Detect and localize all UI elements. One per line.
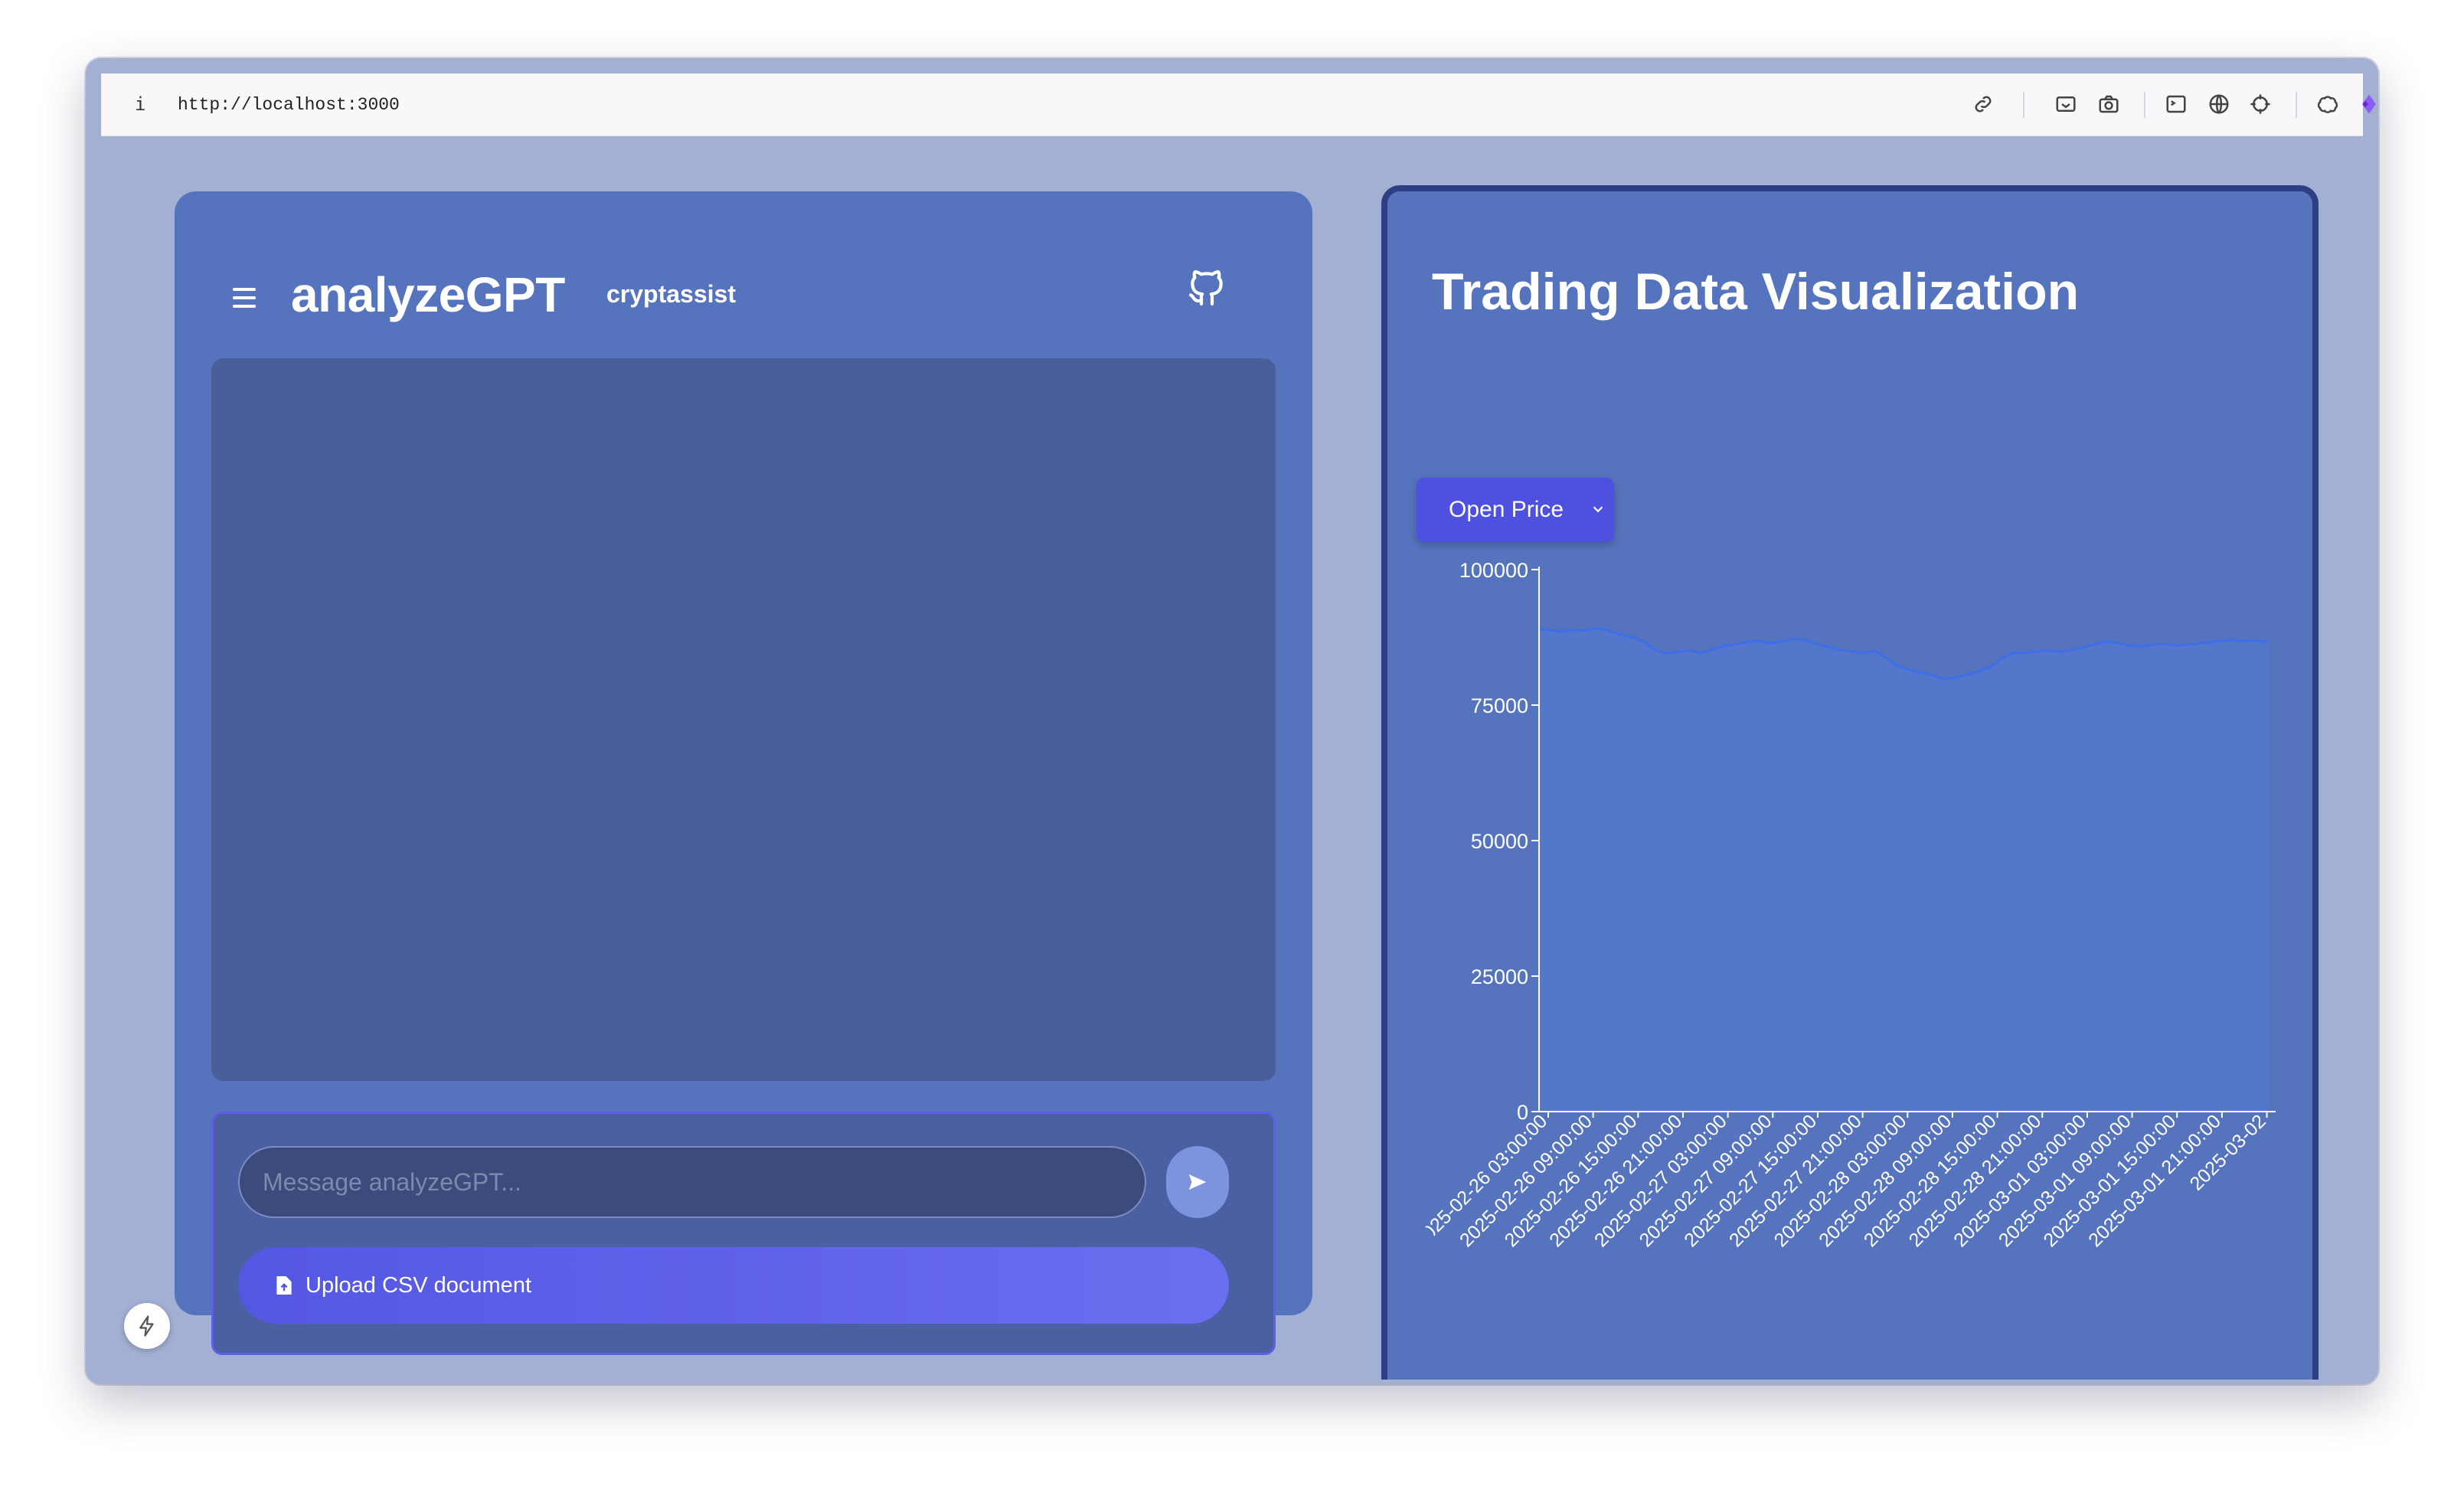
globe-icon[interactable] xyxy=(2205,90,2233,118)
extension-icon[interactable] xyxy=(2314,90,2341,118)
brand-icon[interactable] xyxy=(2355,90,2378,118)
link-icon[interactable] xyxy=(1969,90,1997,118)
message-list[interactable] xyxy=(211,358,1276,1081)
info-icon[interactable]: i xyxy=(135,93,145,115)
toolbar-divider xyxy=(2023,92,2024,118)
toolbar-divider xyxy=(2144,92,2145,118)
address-bar[interactable]: i http://localhost:3000 xyxy=(101,73,2376,136)
page-viewport: analyzeGPT cryptassist Upload CSV docume… xyxy=(101,136,2363,1380)
app-title: analyzeGPT xyxy=(291,267,565,322)
y-tick-label: 100000 xyxy=(1459,559,1528,582)
url-text[interactable]: http://localhost:3000 xyxy=(178,95,400,115)
terminal-icon[interactable] xyxy=(2162,90,2190,118)
chat-panel: analyzeGPT cryptassist Upload CSV docume… xyxy=(175,191,1312,1355)
message-input[interactable] xyxy=(238,1146,1146,1218)
y-tick-label: 50000 xyxy=(1471,830,1528,853)
price-chart: 02500050000750001000002025-02-26 03:00:0… xyxy=(1410,559,2276,1251)
app-subtitle: cryptassist xyxy=(606,280,736,308)
y-tick-label: 25000 xyxy=(1471,965,1528,988)
send-icon xyxy=(1188,1174,1207,1190)
series-area xyxy=(1539,628,2268,1112)
screenshot-icon[interactable] xyxy=(2052,90,2080,118)
visualization-panel: Trading Data Visualization Open Price 02… xyxy=(1381,185,2319,1380)
github-icon[interactable] xyxy=(1185,266,1228,309)
menu-icon[interactable] xyxy=(233,288,256,308)
y-tick-label: 75000 xyxy=(1471,694,1528,717)
bolt-icon[interactable] xyxy=(124,1303,170,1349)
toolbar-divider xyxy=(2296,92,2297,118)
send-button[interactable] xyxy=(1166,1146,1229,1218)
crosshair-icon[interactable] xyxy=(2247,90,2274,118)
file-upload-icon xyxy=(276,1276,292,1295)
camera-icon[interactable] xyxy=(2095,90,2123,118)
browser-window: i http://localhost:3000 analyzeGPT crypt… xyxy=(86,58,2378,1384)
upload-csv-button[interactable]: Upload CSV document xyxy=(238,1247,1229,1324)
composer: Upload CSV document xyxy=(211,1112,1276,1355)
upload-csv-label: Upload CSV document xyxy=(306,1272,531,1298)
